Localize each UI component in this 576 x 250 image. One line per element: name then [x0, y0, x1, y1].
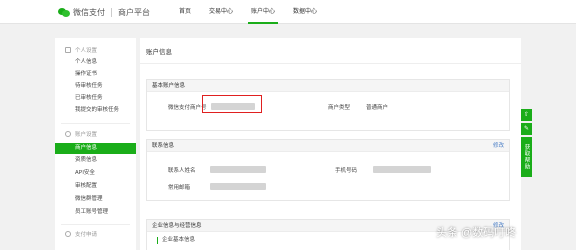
card-heading: 联系信息 修改 — [147, 140, 509, 152]
brand-logo[interactable]: 微信支付 商户平台 — [58, 6, 150, 18]
account-settings-icon — [65, 131, 71, 137]
sidebar-item-review-config[interactable]: 审核配置 — [55, 181, 136, 192]
merchant-id-label: 微信支付商户号 — [168, 105, 207, 111]
brand-name: 微信支付 — [73, 7, 105, 17]
phone-label: 手机号码 — [335, 168, 358, 174]
back-to-top-icon: ⇧ — [523, 112, 530, 118]
sidebar-item-personal-info[interactable]: 个人信息 — [55, 57, 136, 68]
sidebar-group-label: 账户设置 — [75, 132, 98, 138]
sidebar-item-merchant-info[interactable]: 商户信息 — [55, 143, 136, 154]
nav-tab-home[interactable]: 首页 — [170, 0, 200, 24]
sidebar-group-personal: 个人设置 — [55, 45, 136, 55]
main-nav-tabs: 首页 交易中心 账户中心 数据中心 — [170, 0, 326, 24]
contact-info-card: 联系信息 修改 联系人姓名 手机号码 常用邮箱 — [146, 139, 510, 201]
sidebar-item-api-security[interactable]: API安全 — [55, 168, 136, 179]
merchant-type-label: 商户类型 — [328, 105, 351, 111]
main-panel: 账户信息 基本账户信息 微信支付商户号 商户类型 普通商户 联系信息 修改 联系… — [140, 38, 521, 250]
contact-name-value-masked — [210, 166, 266, 173]
sidebar-group-label: 个人设置 — [75, 48, 98, 54]
sidebar-item-pending-tasks[interactable]: 待审核任务 — [55, 81, 136, 92]
card-heading: 基本账户信息 — [147, 80, 509, 92]
nav-tab-data[interactable]: 数据中心 — [284, 0, 326, 24]
edit-icon: ✎ — [523, 126, 530, 132]
watermark: 头条 @数码叮咚 — [436, 227, 517, 239]
sidebar-item-staff-accounts[interactable]: 员工账号管理 — [55, 207, 136, 218]
card-heading-text: 联系信息 — [152, 143, 175, 149]
sidebar: 个人设置 个人信息 操作证书 待审核任务 已审核任务 我提交的审核任务 账户设置… — [55, 38, 136, 250]
sidebar-divider — [61, 224, 130, 225]
floating-toolbar: ⇧ ✎ 获取帮助 — [521, 109, 532, 177]
card-heading-text: 企业信息与经营信息 — [152, 223, 202, 229]
basic-account-card: 基本账户信息 微信支付商户号 商户类型 普通商户 — [146, 79, 510, 131]
page-title: 账户信息 — [146, 49, 172, 56]
merchant-id-highlight-box — [202, 95, 262, 113]
sidebar-group-label: 支付申请 — [75, 232, 98, 238]
phone-value-masked — [373, 166, 431, 173]
email-label: 常用邮箱 — [168, 185, 191, 191]
sidebar-group-account: 账户设置 — [55, 129, 136, 139]
person-settings-icon — [65, 47, 71, 53]
wechat-pay-logo-icon — [58, 7, 70, 17]
business-sub-heading: 企业基本信息 — [157, 237, 195, 244]
sidebar-item-reviewed-tasks[interactable]: 已审核任务 — [55, 93, 136, 104]
back-to-top-button[interactable]: ⇧ — [521, 109, 532, 121]
sidebar-item-qualification[interactable]: 资质信息 — [55, 155, 136, 166]
sidebar-item-group-manage[interactable]: 微信群管理 — [55, 194, 136, 205]
pay-apply-icon — [65, 231, 71, 237]
brand-divider — [111, 7, 112, 17]
email-value-masked — [210, 183, 266, 190]
title-divider — [140, 63, 521, 64]
sidebar-item-certificate[interactable]: 操作证书 — [55, 69, 136, 80]
edit-button[interactable]: ✎ — [521, 123, 532, 135]
merchant-type-value: 普通商户 — [366, 105, 389, 111]
contact-edit-link[interactable]: 修改 — [493, 140, 504, 152]
sidebar-divider — [61, 123, 130, 124]
nav-tab-account[interactable]: 账户中心 — [242, 0, 284, 24]
sidebar-item-submitted-tasks[interactable]: 我提交的审核任务 — [55, 105, 136, 116]
brand-subtitle: 商户平台 — [118, 7, 150, 17]
top-navigation: 微信支付 商户平台 首页 交易中心 账户中心 数据中心 — [0, 0, 576, 24]
contact-name-label: 联系人姓名 — [168, 168, 196, 174]
nav-tab-transactions[interactable]: 交易中心 — [200, 0, 242, 24]
help-button[interactable]: 获取帮助 — [521, 137, 532, 177]
sidebar-group-pay-apply[interactable]: 支付申请 — [55, 229, 136, 239]
